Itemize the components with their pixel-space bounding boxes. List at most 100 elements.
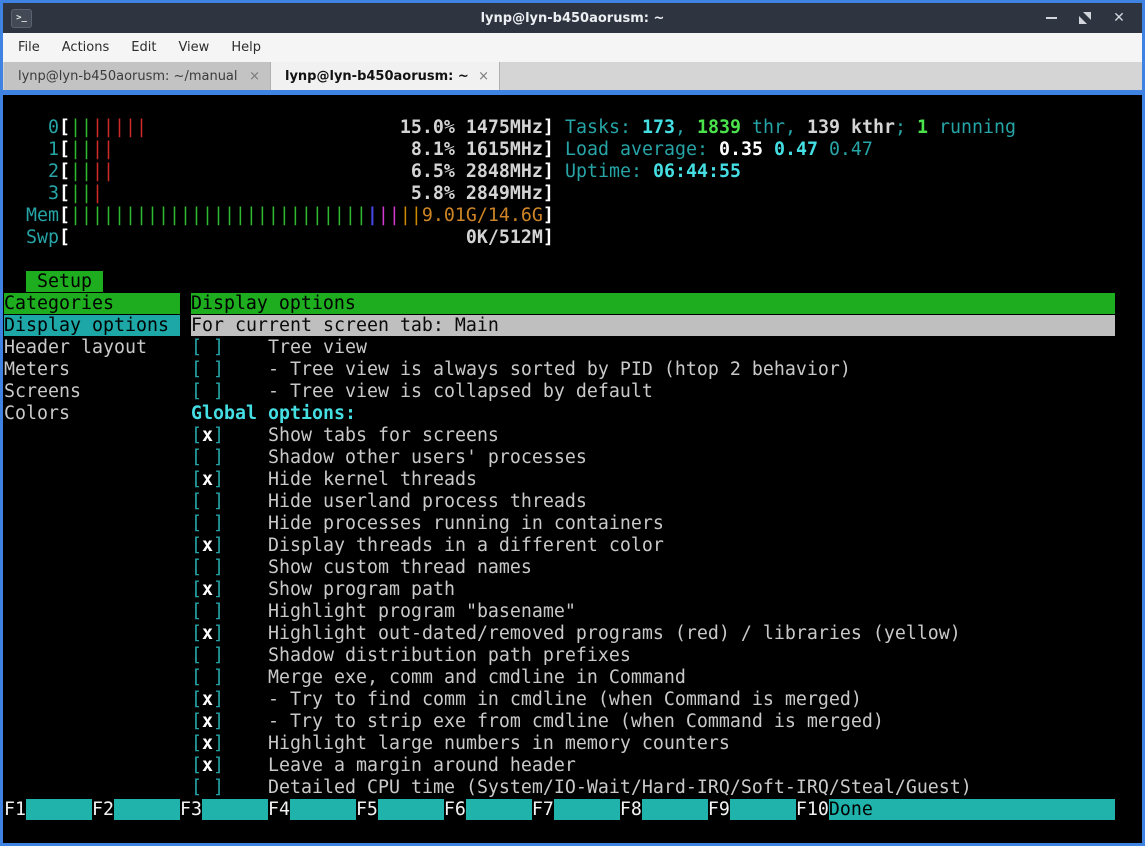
option-row-hide-processes-running-in-containers[interactable]: [ ] Hide processes running in containers [191,513,664,535]
fkey-f9-label[interactable] [730,799,796,820]
fkey-f2-key[interactable]: F2 [92,799,114,820]
option-row-try-to-find-comm-in-cmdline-when-command-i[interactable]: [x] - Try to find comm in cmdline (when … [191,689,862,711]
cpu-meter-row-0-ticks-barG: || [70,117,92,138]
restore-icon [1079,12,1091,24]
checkbox-bracket: ] [213,711,224,732]
tab-close-icon[interactable]: × [470,69,489,84]
fkey-f7-label[interactable] [554,799,620,820]
mem-meter-row-ticks-barB: | [367,205,378,226]
fkey-f3-key[interactable]: F3 [180,799,202,820]
option-row-tree-view[interactable]: [ ] Tree view [191,337,367,359]
category-item-display-options[interactable]: Display options [4,315,180,337]
checkbox-bracket: [ [191,579,202,600]
checkbox-unchecked-icon [202,645,213,666]
mem-meter-row-label: Mem [4,205,59,226]
fkey-f4-label[interactable] [290,799,356,820]
menu-item-help[interactable]: Help [220,36,272,59]
checkbox-bracket: [ [191,623,202,644]
checkbox-bracket: [ [191,535,202,556]
terminal-screen[interactable]: 0[||||||| 15.0% 1475MHz] 1[|||| 8.1% 161… [3,95,1142,843]
checkbox-bracket: [ [191,601,202,622]
checkbox-bracket: ] [213,337,224,358]
fkey-f5-key[interactable]: F5 [356,799,378,820]
titlebar[interactable]: >_ lynp@lyn-b450aorusm: ~ ✕ [3,3,1142,33]
option-label: Show program path [268,579,455,600]
option-row-show-tabs-for-screens[interactable]: [x] Show tabs for screens [191,425,499,447]
cpu-meter-row-0-label: 0 [4,117,59,138]
option-row-highlight-out-dated-removed-programs-red-l[interactable]: [x] Highlight out-dated/removed programs… [191,623,961,645]
option-row-display-threads-in-a-different-color[interactable]: [x] Display threads in a different color [191,535,664,557]
menu-item-view[interactable]: View [167,36,220,59]
fkey-f4-key[interactable]: F4 [268,799,290,820]
option-row-show-custom-thread-names[interactable]: [ ] Show custom thread names [191,557,532,579]
option-row-hide-userland-process-threads[interactable]: [ ] Hide userland process threads [191,491,587,513]
menu-item-file[interactable]: File [7,36,51,59]
menu-item-actions[interactable]: Actions [51,36,121,59]
category-item-label: Meters [4,359,180,380]
checkbox-bracket: [ [191,645,202,666]
fkey-f6-key[interactable]: F6 [444,799,466,820]
option-label: Shadow distribution path prefixes [268,645,631,666]
category-item-colors[interactable]: Colors [4,403,180,425]
restore-button[interactable] [1078,11,1092,25]
option-row-try-to-strip-exe-from-cmdline-when-command[interactable]: [x] - Try to strip exe from cmdline (whe… [191,711,884,733]
checkbox-unchecked-icon [202,513,213,534]
category-item-header-layout[interactable]: Header layout [4,337,180,359]
category-item-screens[interactable]: Screens [4,381,180,403]
menu-item-edit[interactable]: Edit [120,36,167,59]
option-row-for-current-screen-tab[interactable]: For current screen tab: Main [191,315,1115,337]
tab-lynp-lyn-b450aorusm[interactable]: lynp@lyn-b450aorusm: ~× [271,62,500,90]
category-item-meters[interactable]: Meters [4,359,180,381]
option-row-detailed-cpu-time-system-io-wait-hard-irq-[interactable]: [ ] Detailed CPU time (System/IO-Wait/Ha… [191,777,972,799]
minimize-button[interactable] [1044,11,1058,25]
window-controls: ✕ [1044,11,1126,25]
option-row-highlight-program-basename[interactable]: [ ] Highlight program "basename" [191,601,576,623]
checkbox-bracket: ] [213,645,224,666]
option-row-leave-a-margin-around-header[interactable]: [x] Leave a margin around header [191,755,576,777]
checkbox-checked-icon: x [202,579,213,600]
checkbox-bracket: [ [191,667,202,688]
cpu-meter-row-1-value: 8.1% 1615MHz [411,139,543,160]
cpu-meter-row-3-ticks-barR: | [92,183,103,204]
fkey-f9-key[interactable]: F9 [708,799,730,820]
tab-lynp-lyn-b450aorusm-manual[interactable]: lynp@lyn-b450aorusm: ~/manual× [4,62,271,90]
option-row-shadow-other-users-processes[interactable]: [ ] Shadow other users' processes [191,447,587,469]
fkey-f8-label[interactable] [642,799,708,820]
cpu-meter-row-1-ticks-barR: || [92,139,114,160]
option-label: Hide kernel threads [268,469,477,490]
fkey-f2-label[interactable] [114,799,180,820]
cpu-meter-row-1-ticks-barG: || [70,139,92,160]
checkbox-bracket: ] [213,733,224,754]
checkbox-unchecked-icon [202,667,213,688]
fkey-f6-label[interactable] [466,799,532,820]
option-row-highlight-large-numbers-in-memory-counters[interactable]: [x] Highlight large numbers in memory co… [191,733,730,755]
close-button[interactable]: ✕ [1112,11,1126,25]
checkbox-bracket: ] [213,359,224,380]
fkey-f1-label[interactable] [26,799,92,820]
checkbox-bracket: ] [213,513,224,534]
checkbox-bracket: ] [213,623,224,644]
swp-meter-row-label: Swp [4,227,59,248]
option-row-shadow-distribution-path-prefixes[interactable]: [ ] Shadow distribution path prefixes [191,645,631,667]
cpu-meter-row-0: 0[||||||| 15.0% 1475MHz] [4,117,554,139]
cpu-meter-row-1-label: 1 [4,139,59,160]
option-row-tree-view-is-always-sorted-by-pid-htop-2-b[interactable]: [ ] - Tree view is always sorted by PID … [191,359,851,381]
checkbox-bracket: [ [191,557,202,578]
fkey-f10-label[interactable]: Done [829,799,1115,820]
tab-close-icon[interactable]: × [241,69,260,84]
option-label: - Tree view is always sorted by PID (hto… [268,359,851,380]
option-row-merge-exe-comm-and-cmdline-in-command[interactable]: [ ] Merge exe, comm and cmdline in Comma… [191,667,686,689]
checkbox-bracket: ] [213,491,224,512]
fkey-f5-label[interactable] [378,799,444,820]
fkey-f8-key[interactable]: F8 [620,799,642,820]
fkey-f1-key[interactable]: F1 [4,799,26,820]
fkey-f7-key[interactable]: F7 [532,799,554,820]
option-label: Hide userland process threads [268,491,587,512]
fkey-f10-key[interactable]: F10 [796,799,829,820]
checkbox-checked-icon: x [202,689,213,710]
option-row-tree-view-is-collapsed-by-default[interactable]: [ ] - Tree view is collapsed by default [191,381,653,403]
fkey-f3-label[interactable] [202,799,268,820]
mem-meter-row-ticks-barO: || [400,205,422,226]
option-row-hide-kernel-threads[interactable]: [x] Hide kernel threads [191,469,477,491]
option-row-show-program-path[interactable]: [x] Show program path [191,579,455,601]
